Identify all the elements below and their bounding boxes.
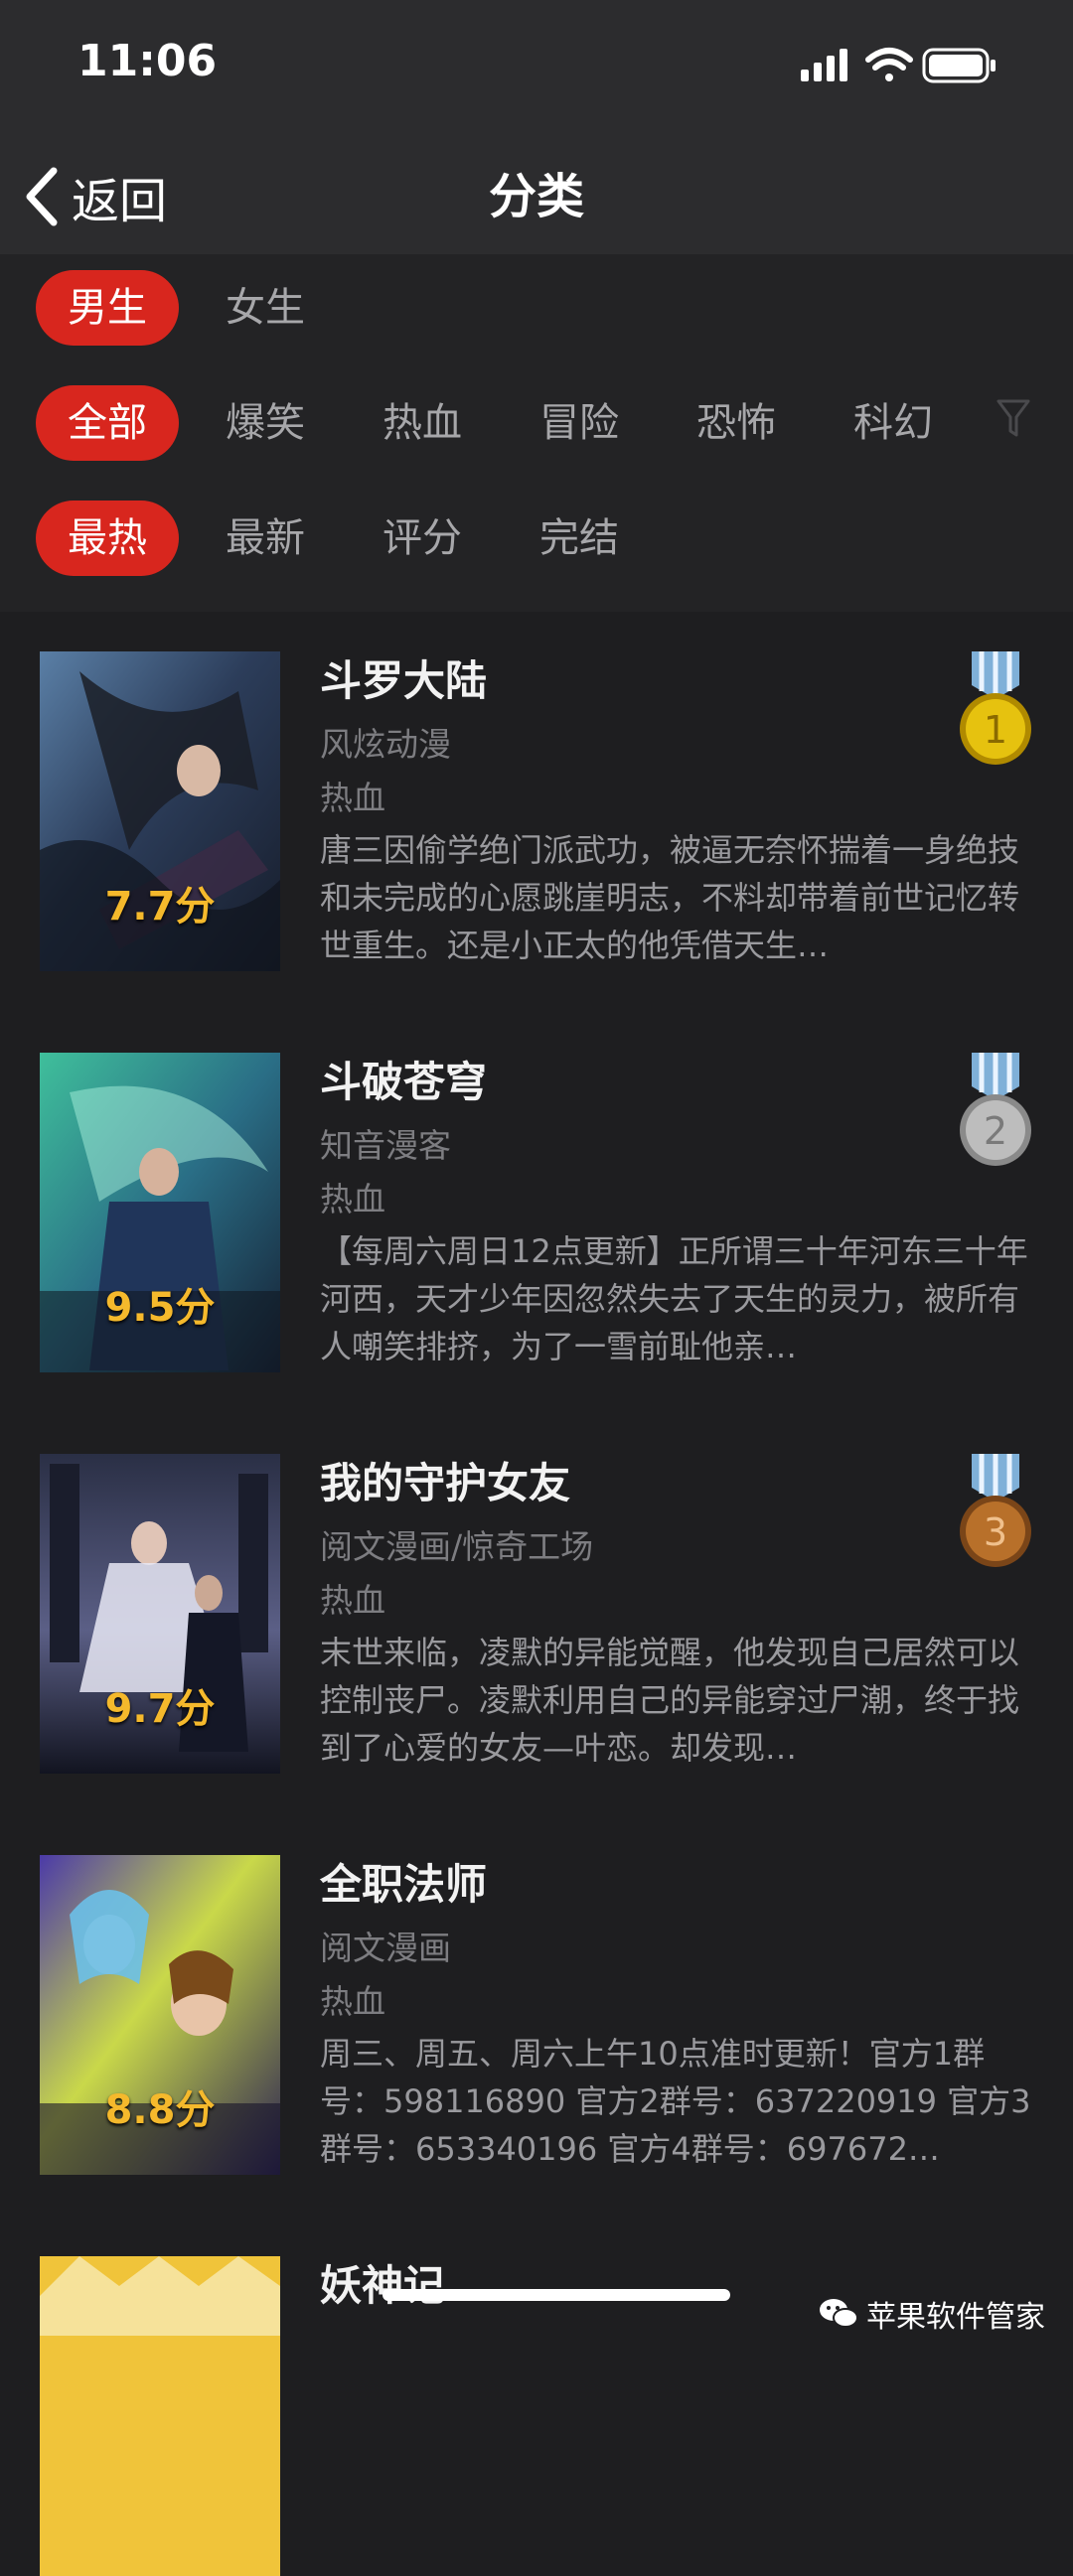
score-label: 9.7分	[104, 1686, 216, 1732]
cover-image: 9.7分	[40, 1454, 280, 1774]
comic-tag: 热血	[320, 779, 385, 817]
list-item[interactable]: 9.5分 斗破苍穹 知音漫客 热血 【每周六周日12点更新】正所谓三十年河东三十…	[0, 1013, 1073, 1372]
list-item[interactable]: 妖神记	[0, 2217, 1073, 2576]
battery-icon	[922, 48, 996, 83]
gold-medal-icon: 1	[960, 651, 1031, 765]
item-info: 斗破苍穹 知音漫客 热血 【每周六周日12点更新】正所谓三十年河东三十年河西，天…	[320, 1053, 1035, 1370]
svg-text:1: 1	[984, 708, 1007, 752]
back-label: 返回	[72, 174, 168, 229]
comic-description: 周三、周五、周六上午10点准时更新！官方1群号：598116890 官方2群号：…	[320, 2035, 1031, 2168]
wechat-icon	[820, 2299, 858, 2328]
gender-filter-row: 男生 女生	[0, 270, 1073, 350]
svg-text:2: 2	[984, 1109, 1007, 1153]
comic-tag: 热血	[320, 1180, 385, 1218]
home-indicator[interactable]	[383, 2289, 730, 2301]
chip-sort-hottest[interactable]: 最热	[36, 501, 179, 576]
comic-title: 斗破苍穹	[320, 1058, 488, 1106]
comic-author: 风炫动漫	[320, 725, 451, 764]
chip-genre-comedy[interactable]: 爆笑	[211, 385, 320, 461]
chip-genre-adventure[interactable]: 冒险	[525, 385, 634, 461]
chip-genre-horror[interactable]: 恐怖	[682, 385, 791, 461]
svg-text:3: 3	[984, 1510, 1007, 1554]
cover-image: 9.5分	[40, 1053, 280, 1372]
chip-genre-hot-blood[interactable]: 热血	[368, 385, 477, 461]
list-item[interactable]: 7.7分 斗罗大陆 风炫动漫 热血 唐三因偷学绝门派武功，被逼无奈怀揣着一身绝技…	[0, 612, 1073, 971]
sort-filter-row: 最热 最新 评分 完结	[0, 501, 1073, 580]
comic-tag: 热血	[320, 1982, 385, 2021]
score-label: 8.8分	[104, 2087, 216, 2133]
bronze-medal-icon: 3	[960, 1454, 1031, 1567]
watermark: 苹果软件管家	[819, 2294, 1045, 2335]
comic-author: 阅文漫画	[320, 1929, 451, 1967]
chip-genre-all[interactable]: 全部	[36, 385, 179, 461]
comic-tag: 热血	[320, 1581, 385, 1620]
chip-gender-female[interactable]: 女生	[211, 270, 320, 346]
genre-filter-row: 全部 爆笑 热血 冒险 恐怖 科幻	[0, 385, 1073, 465]
cover-image	[40, 2256, 280, 2576]
score-label: 7.7分	[104, 884, 216, 930]
chip-sort-completed[interactable]: 完结	[525, 501, 634, 576]
comic-description: 唐三因偷学绝门派武功，被逼无奈怀揣着一身绝技和未完成的心愿跳崖明志，不料却带着前…	[320, 831, 1020, 964]
comic-author: 知音漫客	[320, 1126, 451, 1165]
comic-description: 末世来临，凌默的异能觉醒，他发现自己居然可以控制丧尸。凌默利用自己的异能穿过尸潮…	[320, 1634, 1020, 1767]
chevron-left-icon	[26, 167, 58, 226]
comic-title: 斗罗大陆	[320, 656, 488, 705]
list-item[interactable]: 9.7分 我的守护女友 阅文漫画/惊奇工场 热血 末世来临，凌默的异能觉醒，他发…	[0, 1414, 1073, 1774]
score-label: 9.5分	[104, 1285, 216, 1331]
funnel-icon[interactable]	[996, 397, 1031, 441]
item-info: 我的守护女友 阅文漫画/惊奇工场 热血 末世来临，凌默的异能觉醒，他发现自己居然…	[320, 1454, 1035, 1772]
comic-description: 【每周六周日12点更新】正所谓三十年河东三十年河西，天才少年因忽然失去了天生的灵…	[320, 1232, 1028, 1365]
status-icons	[795, 44, 1033, 87]
status-bar: 11:06	[0, 0, 1073, 139]
back-button[interactable]: 返回	[22, 159, 167, 234]
list-item[interactable]: 8.8分 全职法师 阅文漫画 热血 周三、周五、周六上午10点准时更新！官方1群…	[0, 1815, 1073, 2175]
chip-genre-scifi[interactable]: 科幻	[839, 385, 948, 461]
cover-image: 7.7分	[40, 651, 280, 971]
wifi-icon	[865, 48, 913, 81]
chip-sort-newest[interactable]: 最新	[211, 501, 320, 576]
navigation-bar: 分类 返回	[0, 139, 1073, 254]
cover-image: 8.8分	[40, 1855, 280, 2175]
signal-icon	[801, 49, 847, 81]
comic-author: 阅文漫画/惊奇工场	[320, 1527, 594, 1566]
comic-title: 全职法师	[320, 1860, 488, 1909]
chip-sort-rating[interactable]: 评分	[368, 501, 477, 576]
item-info: 斗罗大陆 风炫动漫 热血 唐三因偷学绝门派武功，被逼无奈怀揣着一身绝技和未完成的…	[320, 651, 1035, 969]
status-time: 11:06	[77, 36, 218, 86]
silver-medal-icon: 2	[960, 1053, 1031, 1166]
item-info: 全职法师 阅文漫画 热血 周三、周五、周六上午10点准时更新！官方1群号：598…	[320, 1855, 1035, 2173]
watermark-text: 苹果软件管家	[866, 2300, 1045, 2335]
filter-panel: 男生 女生 全部 爆笑 热血 冒险 恐怖 科幻 最热 最新 评分 完结	[0, 254, 1073, 612]
chip-gender-male[interactable]: 男生	[36, 270, 179, 346]
comic-title: 我的守护女友	[320, 1459, 571, 1507]
